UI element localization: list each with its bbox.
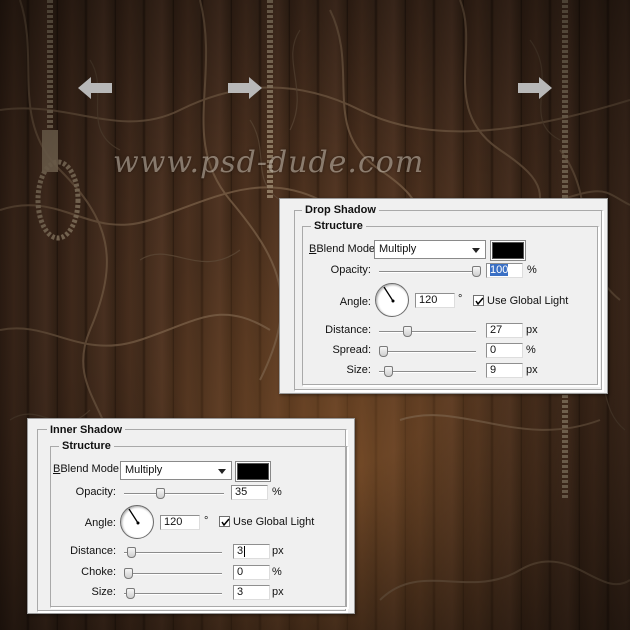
structure-label: Structure: [59, 440, 114, 452]
size-label: Size:: [91, 586, 116, 598]
distance-input[interactable]: 3: [233, 544, 270, 559]
size-input[interactable]: 9: [486, 363, 523, 378]
choke-slider-thumb[interactable]: [124, 568, 133, 579]
spread-slider-thumb[interactable]: [379, 346, 388, 357]
shadow-color-swatch[interactable]: [237, 463, 269, 480]
opacity-slider-track[interactable]: [124, 493, 224, 495]
choke-slider-track[interactable]: [124, 573, 222, 575]
angle-dial[interactable]: [120, 505, 154, 539]
drop-shadow-panel: Drop Shadow Structure BBlend Mode: Multi…: [279, 198, 608, 394]
choke-input[interactable]: 0: [233, 565, 270, 580]
opacity-label: Opacity:: [330, 264, 371, 276]
opacity-slider-thumb[interactable]: [155, 488, 165, 499]
watermark-text: www.psd-dude.com: [113, 145, 425, 180]
size-slider-track[interactable]: [124, 593, 222, 595]
distance-slider-track[interactable]: [124, 552, 222, 554]
opacity-slider-thumb[interactable]: [472, 266, 481, 277]
global-light-label: Use Global Light: [233, 516, 315, 528]
distance-input[interactable]: 27: [486, 323, 523, 338]
opacity-unit: %: [272, 486, 282, 498]
blend-mode-value: Multiply: [125, 464, 163, 476]
opacity-label: Opacity:: [75, 486, 116, 498]
size-unit: px: [526, 364, 538, 376]
angle-label: Angle:: [84, 517, 116, 529]
distance-unit: px: [526, 324, 538, 336]
opacity-input[interactable]: 100: [486, 263, 523, 278]
angle-input[interactable]: 120: [160, 515, 200, 530]
angle-unit: °: [204, 515, 209, 527]
inner-shadow-panel: Inner Shadow Structure BBlend Mode: Mult…: [27, 418, 355, 614]
size-unit: px: [272, 586, 284, 598]
choke-unit: %: [272, 566, 282, 578]
distance-unit: px: [272, 545, 284, 557]
distance-slider-thumb[interactable]: [126, 547, 136, 558]
structure-label: Structure: [311, 220, 366, 232]
blend-mode-label-text: Blend Mode:: [316, 243, 379, 255]
chevron-down-icon: [218, 469, 226, 474]
blend-mode-label-text: Blend Mode:: [60, 463, 123, 475]
size-slider-thumb[interactable]: [125, 588, 135, 599]
blend-mode-select[interactable]: Multiply: [120, 461, 232, 480]
spread-slider-track[interactable]: [379, 351, 476, 353]
distance-input-value: 3: [237, 545, 244, 557]
global-light-label: Use Global Light: [487, 295, 569, 307]
blend-mode-label: BBlend Mode:: [309, 243, 379, 255]
spread-input[interactable]: 0: [486, 343, 523, 358]
drop-shadow-title: Drop Shadow: [302, 204, 379, 216]
global-light-checkbox[interactable]: [219, 516, 230, 527]
angle-input[interactable]: 120: [415, 293, 455, 308]
blend-mode-select[interactable]: Multiply: [374, 240, 486, 259]
angle-unit: °: [458, 293, 463, 305]
chevron-down-icon: [472, 248, 480, 253]
opacity-input[interactable]: 35: [231, 485, 268, 500]
arrow-left-icon[interactable]: [78, 77, 114, 99]
distance-label: Distance:: [70, 545, 116, 557]
opacity-unit: %: [527, 264, 537, 276]
size-input[interactable]: 3: [233, 585, 270, 600]
blend-mode-label: BBlend Mode:: [53, 463, 123, 475]
inner-shadow-title: Inner Shadow: [47, 424, 126, 436]
opacity-slider-track[interactable]: [379, 271, 481, 273]
choke-label: Choke:: [81, 566, 116, 578]
arrow-right-icon[interactable]: [226, 77, 262, 99]
distance-slider-thumb[interactable]: [402, 326, 412, 337]
blend-mode-value: Multiply: [379, 243, 417, 255]
opacity-input-value: 100: [490, 264, 509, 276]
size-label: Size:: [346, 364, 371, 376]
size-slider-track[interactable]: [379, 371, 476, 373]
distance-label: Distance:: [325, 324, 371, 336]
angle-dial[interactable]: [375, 283, 409, 317]
spread-label: Spread:: [332, 344, 371, 356]
arrow-right-icon[interactable]: [516, 77, 552, 99]
global-light-checkbox[interactable]: [473, 295, 484, 306]
size-slider-thumb[interactable]: [384, 366, 394, 377]
spread-unit: %: [526, 344, 536, 356]
shadow-color-swatch[interactable]: [492, 242, 524, 259]
distance-slider-track[interactable]: [379, 331, 476, 333]
angle-label: Angle:: [339, 296, 371, 308]
